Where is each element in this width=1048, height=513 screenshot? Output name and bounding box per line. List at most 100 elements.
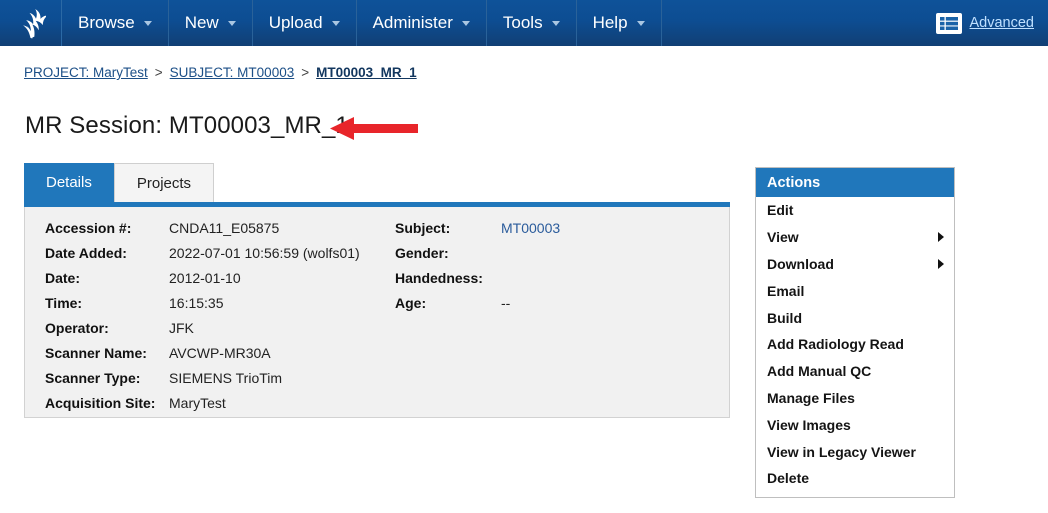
breadcrumb-separator: > bbox=[155, 65, 163, 80]
advanced-search-group[interactable]: Advanced bbox=[936, 0, 1048, 46]
tab-details-label: Details bbox=[46, 174, 92, 191]
nav-menu-help[interactable]: Help bbox=[577, 0, 662, 46]
navbar-spacer bbox=[662, 0, 936, 46]
detail-value-accession: CNDA11_E05875 bbox=[169, 220, 279, 236]
chevron-right-icon bbox=[938, 259, 944, 269]
nav-menu-administer[interactable]: Administer bbox=[357, 0, 487, 46]
detail-row-handedness: Handedness: bbox=[395, 270, 707, 295]
details-region: Details Projects bbox=[24, 163, 730, 202]
action-item-build-label: Build bbox=[767, 310, 944, 326]
chevron-down-icon bbox=[332, 21, 340, 26]
detail-row-subject: Subject: MT00003 bbox=[395, 220, 707, 245]
action-item-add-manual-qc-label: Add Manual QC bbox=[767, 363, 944, 379]
detail-value-date: 2012-01-10 bbox=[169, 270, 241, 286]
detail-value-date-added: 2022-07-01 10:56:59 (wolfs01) bbox=[169, 245, 360, 261]
detail-label-scanner-name: Scanner Name: bbox=[45, 345, 169, 361]
action-item-view[interactable]: View bbox=[756, 224, 954, 251]
detail-value-scanner-type: SIEMENS TrioTim bbox=[169, 370, 282, 386]
detail-label-age: Age: bbox=[395, 295, 501, 311]
nav-menu-administer-label: Administer bbox=[373, 13, 453, 33]
action-item-download[interactable]: Download bbox=[756, 251, 954, 278]
detail-label-accession: Accession #: bbox=[45, 220, 169, 236]
detail-label-date-added: Date Added: bbox=[45, 245, 169, 261]
advanced-link[interactable]: Advanced bbox=[970, 15, 1035, 31]
nav-menu-tools-label: Tools bbox=[503, 13, 543, 33]
breadcrumb: PROJECT: MaryTest > SUBJECT: MT00003 > M… bbox=[24, 65, 417, 80]
action-item-manage-files-label: Manage Files bbox=[767, 390, 944, 406]
tab-projects-label: Projects bbox=[137, 175, 191, 192]
detail-value-acquisition-site: MaryTest bbox=[169, 395, 226, 411]
chevron-down-icon bbox=[462, 21, 470, 26]
detail-row-operator: Operator: JFK bbox=[45, 320, 377, 345]
action-item-view-in-legacy-viewer-label: View in Legacy Viewer bbox=[767, 444, 944, 460]
detail-value-age: -- bbox=[501, 295, 510, 311]
nav-menu-help-label: Help bbox=[593, 13, 628, 33]
details-column-right: Subject: MT00003 Gender: Handedness: Age… bbox=[377, 220, 707, 420]
detail-value-operator: JFK bbox=[169, 320, 194, 336]
tab-details[interactable]: Details bbox=[24, 163, 114, 202]
detail-value-scanner-name: AVCWP-MR30A bbox=[169, 345, 271, 361]
action-item-manage-files[interactable]: Manage Files bbox=[756, 385, 954, 412]
action-item-email-label: Email bbox=[767, 283, 944, 299]
chevron-right-icon bbox=[938, 232, 944, 242]
action-item-delete[interactable]: Delete bbox=[756, 465, 954, 492]
action-item-edit-label: Edit bbox=[767, 202, 944, 218]
breadcrumb-item-subject[interactable]: SUBJECT: MT00003 bbox=[170, 65, 295, 80]
chevron-down-icon bbox=[552, 21, 560, 26]
action-item-view-images[interactable]: View Images bbox=[756, 411, 954, 438]
session-details-panel: Accession #: CNDA11_E05875 Date Added: 2… bbox=[24, 207, 730, 418]
nav-menu-upload-label: Upload bbox=[269, 13, 323, 33]
detail-label-gender: Gender: bbox=[395, 245, 501, 261]
nav-menu-upload[interactable]: Upload bbox=[253, 0, 357, 46]
detail-label-scanner-type: Scanner Type: bbox=[45, 370, 169, 386]
actions-panel: Actions Edit View Download Email Build A… bbox=[755, 167, 955, 498]
nav-menu-new-label: New bbox=[185, 13, 219, 33]
action-item-add-radiology-read[interactable]: Add Radiology Read bbox=[756, 331, 954, 358]
nav-menu-new[interactable]: New bbox=[169, 0, 253, 46]
action-item-download-label: Download bbox=[767, 256, 938, 272]
table-list-icon[interactable] bbox=[936, 13, 962, 34]
detail-row-date: Date: 2012-01-10 bbox=[45, 270, 377, 295]
red-annotation-arrow bbox=[328, 114, 420, 144]
detail-row-age: Age: -- bbox=[395, 295, 707, 320]
nav-menu-browse-label: Browse bbox=[78, 13, 135, 33]
detail-label-handedness: Handedness: bbox=[395, 270, 501, 286]
detail-label-date: Date: bbox=[45, 270, 169, 286]
action-item-view-images-label: View Images bbox=[767, 417, 944, 433]
action-item-email[interactable]: Email bbox=[756, 277, 954, 304]
action-item-add-radiology-read-label: Add Radiology Read bbox=[767, 336, 944, 352]
actions-panel-title: Actions bbox=[767, 175, 820, 191]
detail-value-time: 16:15:35 bbox=[169, 295, 224, 311]
detail-row-accession: Accession #: CNDA11_E05875 bbox=[45, 220, 377, 245]
action-item-delete-label: Delete bbox=[767, 470, 944, 486]
detail-label-acquisition-site: Acquisition Site: bbox=[45, 395, 169, 411]
detail-label-time: Time: bbox=[45, 295, 169, 311]
detail-value-subject-link[interactable]: MT00003 bbox=[501, 220, 560, 236]
xnat-leaf-logo-icon[interactable] bbox=[0, 0, 62, 46]
chevron-down-icon bbox=[637, 21, 645, 26]
chevron-down-icon bbox=[144, 21, 152, 26]
chevron-down-icon bbox=[228, 21, 236, 26]
detail-row-time: Time: 16:15:35 bbox=[45, 295, 377, 320]
breadcrumb-item-project[interactable]: PROJECT: MaryTest bbox=[24, 65, 148, 80]
tab-projects[interactable]: Projects bbox=[114, 163, 214, 202]
action-item-view-label: View bbox=[767, 229, 938, 245]
detail-row-scanner-type: Scanner Type: SIEMENS TrioTim bbox=[45, 370, 377, 395]
detail-label-operator: Operator: bbox=[45, 320, 169, 336]
nav-menu-browse[interactable]: Browse bbox=[62, 0, 169, 46]
action-item-view-in-legacy-viewer[interactable]: View in Legacy Viewer bbox=[756, 438, 954, 465]
detail-row-gender: Gender: bbox=[395, 245, 707, 270]
action-item-edit[interactable]: Edit bbox=[756, 197, 954, 224]
action-item-add-manual-qc[interactable]: Add Manual QC bbox=[756, 358, 954, 385]
nav-menu-tools[interactable]: Tools bbox=[487, 0, 577, 46]
breadcrumb-item-session[interactable]: MT00003_MR_1 bbox=[316, 65, 417, 80]
detail-row-scanner-name: Scanner Name: AVCWP-MR30A bbox=[45, 345, 377, 370]
action-item-build[interactable]: Build bbox=[756, 304, 954, 331]
detail-row-date-added: Date Added: 2022-07-01 10:56:59 (wolfs01… bbox=[45, 245, 377, 270]
actions-panel-header: Actions bbox=[756, 168, 954, 197]
top-navigation-bar: Browse New Upload Administer Tools Help bbox=[0, 0, 1048, 46]
breadcrumb-separator: > bbox=[301, 65, 309, 80]
details-column-left: Accession #: CNDA11_E05875 Date Added: 2… bbox=[25, 220, 377, 420]
detail-row-acquisition-site: Acquisition Site: MaryTest bbox=[45, 395, 377, 420]
detail-label-subject: Subject: bbox=[395, 220, 501, 236]
